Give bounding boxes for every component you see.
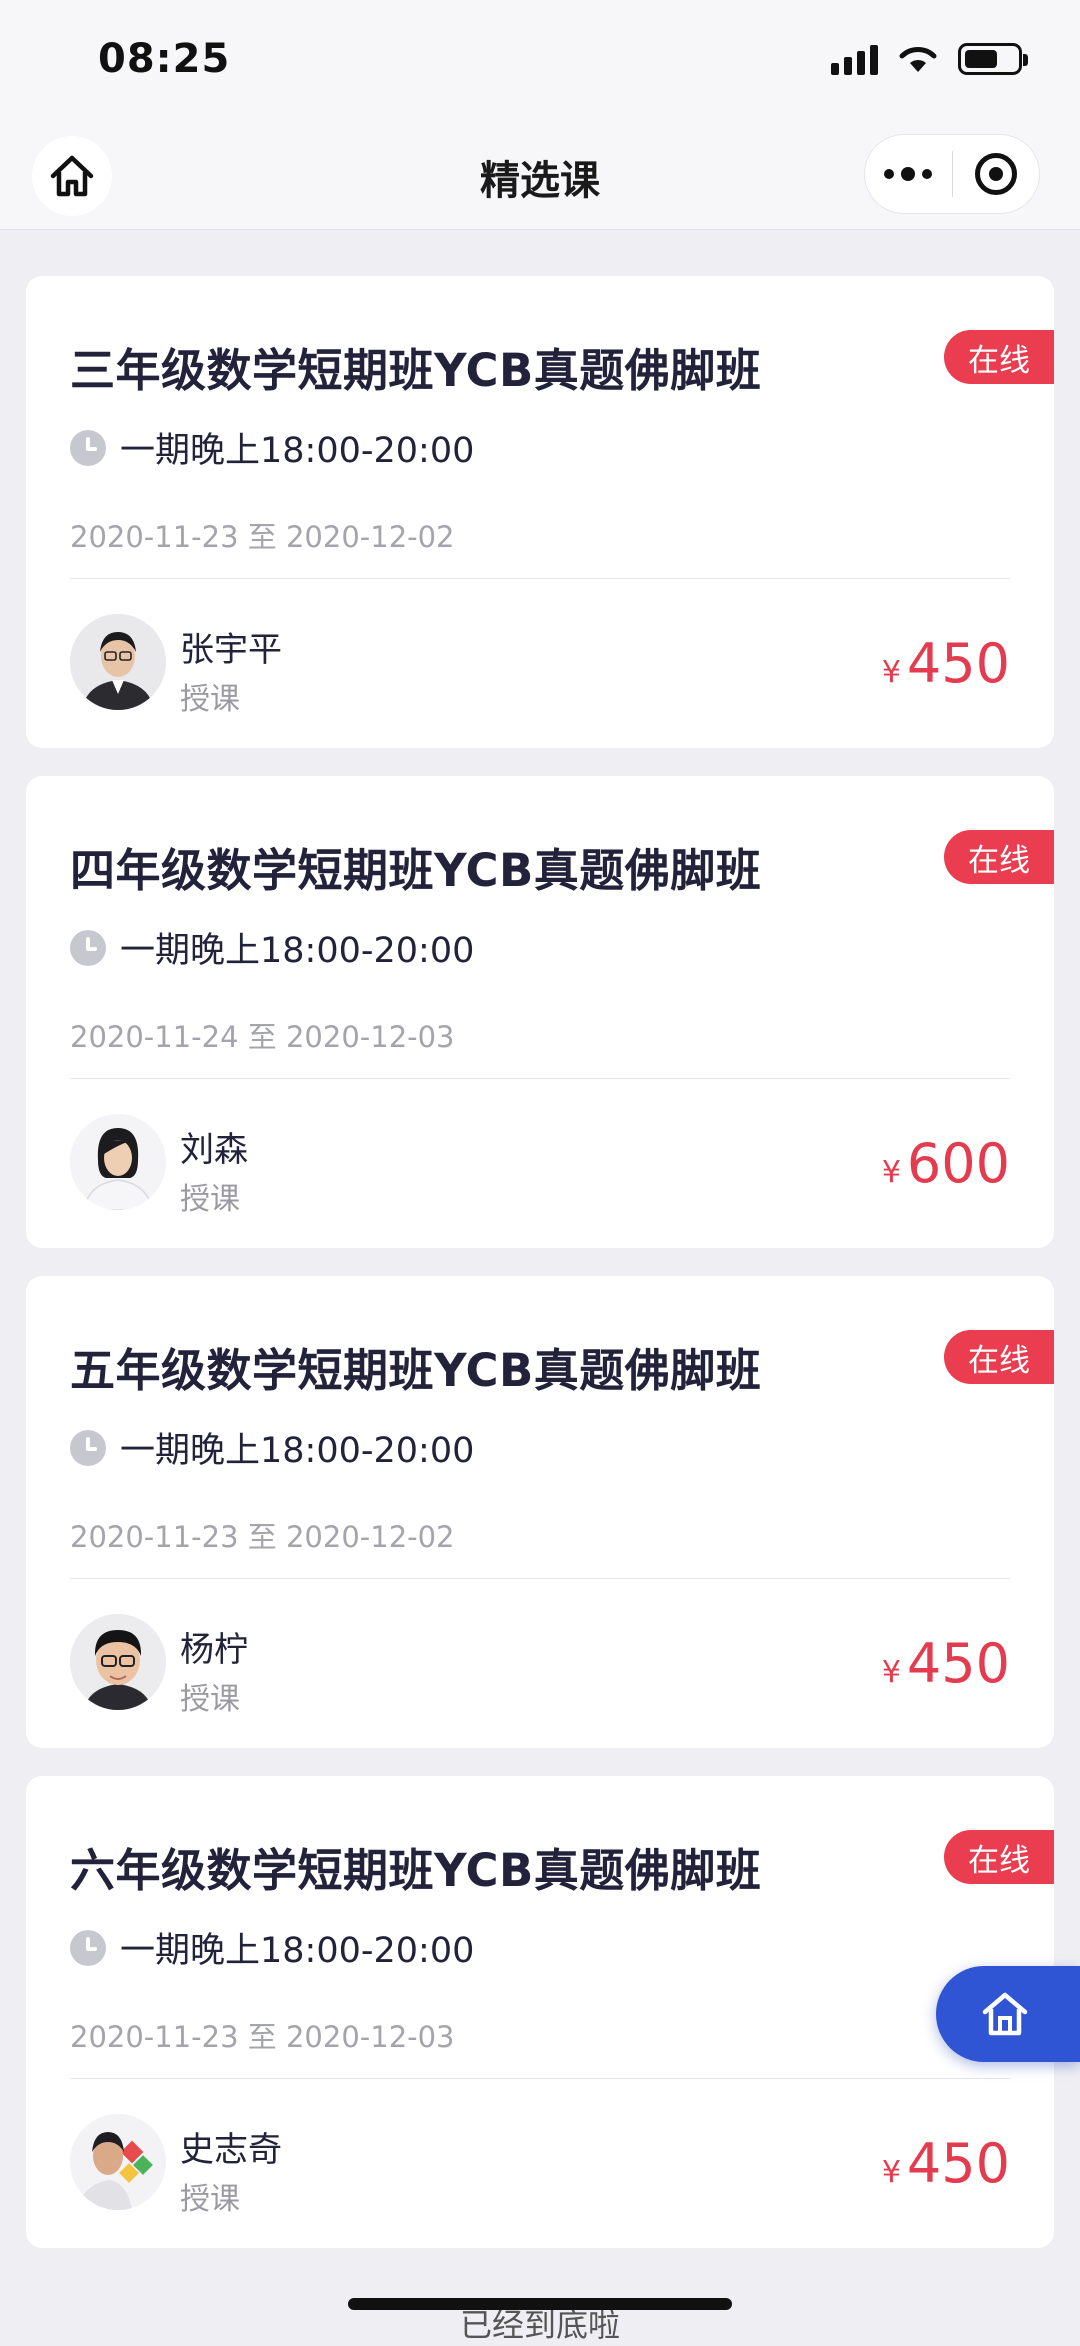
status-time: 08:25 (98, 36, 231, 82)
currency-symbol: ¥ (881, 1155, 901, 1190)
course-schedule: 一期晚上18:00-20:00 (120, 431, 475, 471)
teacher-name: 张宇平 (180, 630, 282, 670)
navigation-bar: 精选课 (0, 120, 1080, 230)
teacher-avatar (70, 614, 166, 710)
home-icon (982, 1992, 1028, 2036)
wifi-icon (899, 47, 937, 72)
course-price: ¥ 450 (882, 1632, 1010, 1695)
teacher-avatar (70, 1114, 166, 1210)
online-badge: 在线 (944, 330, 1054, 384)
currency-symbol: ¥ (881, 1655, 901, 1690)
course-schedule: 一期晚上18:00-20:00 (120, 1931, 475, 1971)
course-card[interactable]: 四年级数学短期班YCB真题佛脚班 在线 一期晚上18:00-20:00 2020… (26, 776, 1054, 1248)
price-value: 600 (906, 1132, 1010, 1195)
course-list: 三年级数学短期班YCB真题佛脚班 在线 一期晚上18:00-20:00 2020… (26, 276, 1054, 2276)
teacher-name: 史志奇 (180, 2130, 282, 2170)
close-miniprogram-button[interactable] (953, 134, 1040, 214)
price-value: 450 (906, 2132, 1010, 2195)
divider (70, 1578, 1010, 1579)
clock-icon (70, 1929, 106, 1966)
course-dates: 2020-11-23 至 2020-12-02 (70, 520, 455, 554)
floating-home-button[interactable] (936, 1966, 1080, 2062)
course-price: ¥ 600 (882, 1132, 1010, 1195)
divider (70, 578, 1010, 579)
teacher-avatar (70, 2114, 166, 2210)
online-badge: 在线 (944, 1830, 1054, 1884)
teacher-avatar (70, 1614, 166, 1710)
divider (70, 2078, 1010, 2079)
course-price: ¥ 450 (882, 2132, 1010, 2195)
course-title: 四年级数学短期班YCB真题佛脚班 (70, 844, 762, 897)
course-schedule: 一期晚上18:00-20:00 (120, 1431, 475, 1471)
course-title: 三年级数学短期班YCB真题佛脚班 (70, 344, 762, 397)
cellular-signal-icon (831, 43, 878, 75)
target-icon (974, 153, 1017, 195)
course-dates: 2020-11-23 至 2020-12-03 (70, 2020, 455, 2054)
course-card[interactable]: 三年级数学短期班YCB真题佛脚班 在线 一期晚上18:00-20:00 2020… (26, 276, 1054, 748)
course-dates: 2020-11-24 至 2020-12-03 (70, 1020, 455, 1054)
more-button[interactable] (865, 134, 952, 214)
online-badge: 在线 (944, 1330, 1054, 1384)
miniprogram-capsule (864, 134, 1040, 214)
clock-icon (70, 429, 106, 466)
course-card[interactable]: 五年级数学短期班YCB真题佛脚班 在线 一期晚上18:00-20:00 2020… (26, 1276, 1054, 1748)
course-title: 六年级数学短期班YCB真题佛脚班 (70, 1844, 762, 1897)
course-dates: 2020-11-23 至 2020-12-02 (70, 1520, 455, 1554)
course-title: 五年级数学短期班YCB真题佛脚班 (70, 1344, 762, 1397)
price-value: 450 (906, 632, 1010, 695)
currency-symbol: ¥ (881, 655, 901, 690)
price-value: 450 (906, 1632, 1010, 1695)
course-schedule: 一期晚上18:00-20:00 (120, 931, 475, 971)
teacher-role: 授课 (180, 2182, 240, 2217)
battery-icon (958, 43, 1028, 75)
online-badge: 在线 (944, 830, 1054, 884)
teacher-role: 授课 (180, 1682, 240, 1717)
status-bar: 08:25 (0, 0, 1080, 120)
currency-symbol: ¥ (881, 2155, 901, 2190)
teacher-role: 授课 (180, 1182, 240, 1217)
teacher-name: 杨柠 (180, 1630, 248, 1670)
teacher-name: 刘森 (180, 1130, 248, 1170)
divider (70, 1078, 1010, 1079)
teacher-role: 授课 (180, 682, 240, 717)
clock-icon (70, 1429, 106, 1466)
clock-icon (70, 929, 106, 966)
home-indicator[interactable] (348, 2298, 732, 2310)
course-card[interactable]: 六年级数学短期班YCB真题佛脚班 在线 一期晚上18:00-20:00 2020… (26, 1776, 1054, 2248)
course-price: ¥ 450 (882, 632, 1010, 695)
